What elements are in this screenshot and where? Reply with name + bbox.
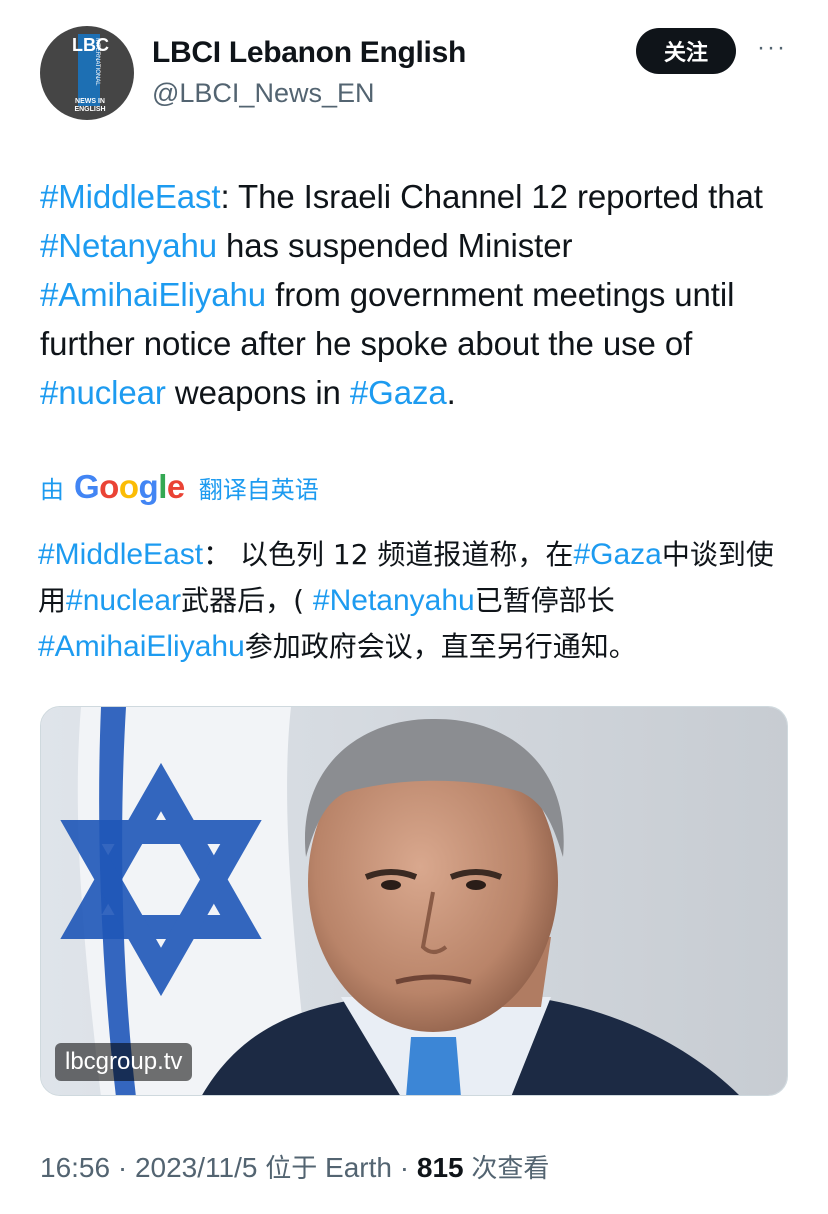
separator: · — [399, 1152, 410, 1183]
tweet-header: LBC INTERNATIONAL NEWS IN ENGLISH LBCI L… — [40, 26, 800, 122]
translated-text: #MiddleEast： 以色列 12 频道报道称，在#Gaza中谈到使用#nu… — [38, 532, 798, 670]
follow-button[interactable]: 关注 — [636, 28, 736, 74]
tweet-text: #MiddleEast: The Israeli Channel 12 repo… — [40, 172, 800, 417]
avatar-logo-subtitle: NEWS IN ENGLISH — [74, 98, 106, 113]
hashtag-amihaieliyahu[interactable]: #AmihaiEliyahu — [40, 276, 266, 313]
avatar[interactable]: LBC INTERNATIONAL NEWS IN ENGLISH — [40, 26, 134, 120]
hashtag-gaza[interactable]: #Gaza — [573, 538, 661, 571]
translated-text-segment: 参加政府会议，直至另行通知。 — [244, 630, 637, 663]
display-name[interactable]: LBCI Lebanon English — [152, 36, 466, 70]
tweet-text-segment: weapons in — [165, 374, 350, 411]
more-options-icon[interactable]: ··· — [754, 36, 790, 62]
translation-attribution[interactable]: 由 Google 翻译自英语 — [40, 462, 319, 512]
hashtag-gaza[interactable]: #Gaza — [350, 374, 447, 411]
hashtag-middleeast[interactable]: #MiddleEast — [38, 538, 203, 571]
tweet-text-segment: has suspended Minister — [216, 227, 573, 264]
tweet-text-segment: : The Israeli Channel 12 reported that — [220, 178, 763, 215]
avatar-logo-text: LBC — [72, 35, 109, 55]
tweet-media-image[interactable]: lbcgroup.tv — [40, 706, 788, 1096]
hashtag-middleeast[interactable]: #MiddleEast — [40, 178, 221, 215]
tweet-location: Earth — [325, 1152, 392, 1183]
separator: · — [117, 1152, 128, 1183]
photo-illustration — [41, 707, 787, 1095]
hashtag-netanyahu[interactable]: #Netanyahu — [40, 227, 217, 264]
view-count-label: 次查看 — [471, 1154, 550, 1184]
avatar-logo-vertical: INTERNATIONAL — [94, 38, 100, 86]
tweet-text-segment: . — [446, 374, 456, 411]
media-source-badge: lbcgroup.tv — [55, 1043, 193, 1081]
translated-text-segment: 武器后，( — [181, 584, 313, 617]
tweet-metadata: 16:56 · 2023/11/5 位于 Earth · 815 次查看 — [40, 1148, 549, 1185]
google-logo: Google — [74, 468, 185, 505]
hashtag-nuclear[interactable]: #nuclear — [66, 584, 181, 617]
translated-from-label: 翻译自英语 — [198, 475, 319, 504]
hashtag-nuclear[interactable]: #nuclear — [40, 374, 166, 411]
user-handle[interactable]: @LBCI_News_EN — [152, 78, 375, 109]
tweet-time[interactable]: 16:56 — [40, 1152, 110, 1183]
translated-by-label: 由 — [40, 475, 64, 504]
hashtag-amihaieliyahu[interactable]: #AmihaiEliyahu — [38, 630, 245, 663]
avatar-logo-letters: LBC — [72, 34, 109, 56]
translated-text-segment: ： 以色列 12 频道报道称，在 — [203, 538, 574, 571]
translated-text-segment: 已暂停部长 — [474, 584, 615, 617]
hashtag-netanyahu[interactable]: #Netanyahu — [313, 584, 475, 617]
view-count: 815 — [416, 1152, 464, 1183]
tweet-date[interactable]: 2023/11/5 — [135, 1152, 258, 1183]
location-prefix: 位于 — [265, 1154, 318, 1184]
